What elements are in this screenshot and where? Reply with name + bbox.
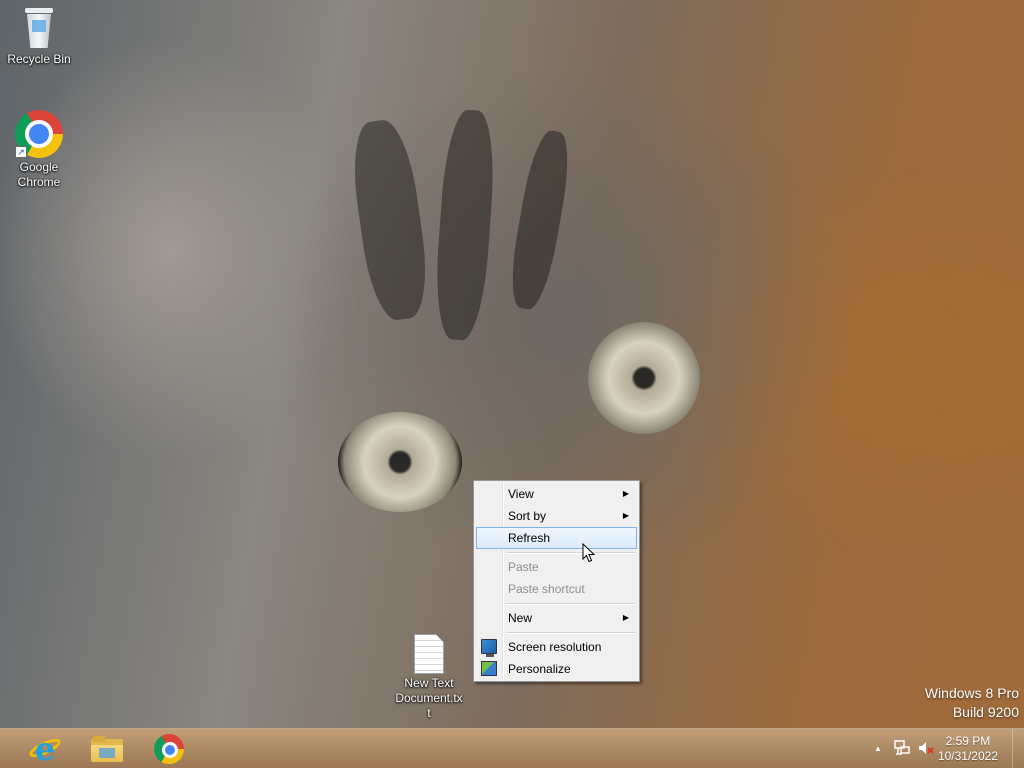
menu-item-screen-resolution[interactable]: Screen resolution (476, 636, 637, 658)
file-explorer-icon (91, 736, 123, 762)
personalize-icon (481, 661, 497, 676)
clock-time: 2:59 PM (945, 734, 991, 748)
notification-area: ▲ (866, 729, 938, 768)
submenu-arrow-icon: ▶ (622, 511, 629, 520)
menu-item-label: Screen resolution (508, 640, 602, 654)
menu-item-paste[interactable]: Paste (476, 556, 637, 578)
recycle-bin-icon (22, 6, 56, 50)
menu-separator (476, 600, 637, 607)
text-file-icon (414, 634, 444, 674)
watermark-build: Build 9200 (952, 704, 1019, 720)
internet-explorer-icon: e (27, 730, 63, 768)
taskbar: e ▲ 2:59 PM 10/31/2022 (0, 728, 1024, 768)
taskbar-clock[interactable]: 2:59 PM 10/31/2022 (938, 734, 998, 764)
desktop-icon-recycle-bin[interactable]: Recycle Bin (1, 6, 77, 67)
clock-date: 10/31/2022 (937, 749, 998, 763)
desktop-wallpaper[interactable]: Recycle Bin ↗ Google Chrome New Text Doc… (0, 0, 1024, 728)
menu-item-label: Refresh (508, 531, 551, 545)
menu-item-refresh[interactable]: Refresh (476, 527, 637, 549)
desktop-icon-new-text-document[interactable]: New Text Document.txt (391, 634, 467, 721)
taskbar-chrome-button[interactable] (140, 731, 198, 767)
submenu-arrow-icon: ▶ (622, 613, 629, 622)
menu-item-new[interactable]: New ▶ (476, 607, 637, 629)
wallpaper-kitten-eye-right (588, 322, 700, 434)
menu-item-label: Paste shortcut (508, 582, 585, 596)
menu-separator (476, 549, 637, 556)
chrome-icon (154, 734, 184, 764)
menu-item-label: Personalize (508, 662, 571, 676)
show-desktop-button[interactable] (1012, 729, 1024, 768)
menu-separator (476, 629, 637, 636)
menu-item-view[interactable]: View ▶ (476, 483, 637, 505)
submenu-arrow-icon: ▶ (622, 489, 629, 498)
show-hidden-icons-button[interactable]: ▲ (868, 739, 888, 759)
menu-item-paste-shortcut[interactable]: Paste shortcut (476, 578, 637, 600)
menu-item-label: View (508, 487, 534, 501)
desktop-icon-google-chrome[interactable]: ↗ Google Chrome (1, 110, 77, 190)
wallpaper-detail (432, 108, 498, 342)
monitor-icon (481, 639, 497, 657)
menu-item-label: Sort by (508, 509, 547, 523)
volume-muted-icon[interactable] (916, 739, 936, 759)
menu-item-label: Paste (508, 560, 539, 574)
taskbar-internet-explorer-button[interactable]: e (16, 730, 74, 768)
taskbar-file-explorer-button[interactable] (78, 731, 136, 767)
shortcut-arrow-icon: ↗ (15, 146, 27, 158)
menu-item-personalize[interactable]: Personalize (476, 658, 637, 680)
wallpaper-detail (504, 127, 576, 313)
desktop-context-menu: View ▶ Sort by ▶ Refresh Paste Paste sho… (473, 480, 640, 682)
watermark-edition: Windows 8 Pro (924, 685, 1019, 701)
wallpaper-kitten-eye-left (338, 412, 462, 512)
desktop-icon-label: Recycle Bin (7, 52, 71, 66)
windows-version-watermark: Windows 8 Pro Build 9200 (925, 684, 1019, 722)
menu-item-sort-by[interactable]: Sort by ▶ (476, 505, 637, 527)
desktop-icon-label: New Text Document.txt (395, 676, 463, 720)
wallpaper-detail (346, 116, 434, 324)
network-icon[interactable] (892, 739, 912, 759)
mouse-cursor-icon (582, 543, 596, 563)
desktop-icon-label: Google Chrome (17, 160, 61, 189)
menu-item-label: New (508, 611, 533, 625)
